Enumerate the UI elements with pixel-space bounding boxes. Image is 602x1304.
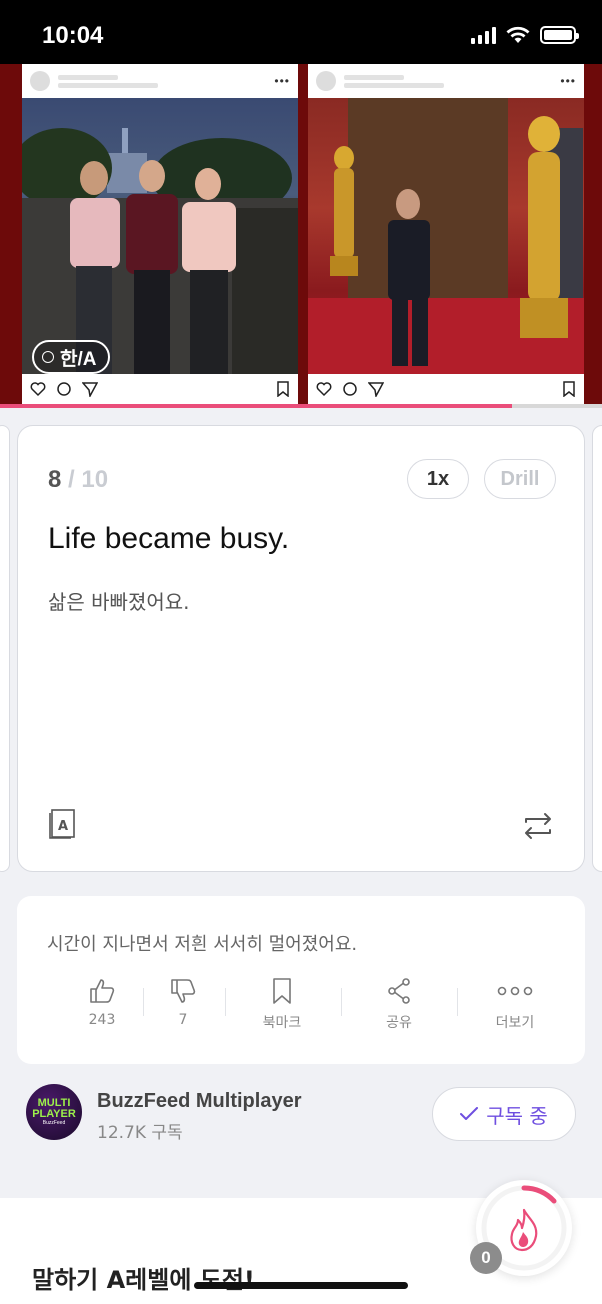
more-icon (497, 986, 533, 996)
sentence-card: 8 / 10 1x Drill Life became busy. 삶은 바빠졌… (17, 425, 585, 872)
bookmark-icon (273, 978, 291, 1004)
check-icon (460, 1107, 479, 1120)
previous-card-peek[interactable] (0, 425, 10, 872)
next-card-peek[interactable] (592, 425, 602, 872)
svg-text:A: A (58, 819, 68, 834)
share-icon (388, 978, 410, 1004)
thumbs-up-icon (90, 979, 115, 1003)
share-button[interactable]: 공유 (359, 978, 439, 1032)
channel-logo[interactable]: MULTI PLAYER BuzzFeed (26, 1084, 82, 1140)
dictionary-icon[interactable]: A (48, 809, 76, 839)
comment-icon (343, 382, 357, 396)
dislike-count: 7 (178, 1012, 188, 1028)
korean-translation: 삶은 바빠졌어요. (48, 590, 190, 614)
streak-count-badge: 0 (470, 1242, 502, 1274)
instagram-post-right: ••• (308, 64, 584, 404)
translate-toggle-label: 한/A (60, 348, 97, 370)
like-count: 243 (88, 1012, 116, 1028)
status-bar: 10:04 (0, 0, 602, 64)
comment-text: 시간이 지나면서 저흰 서서히 멀어졌어요. (47, 934, 358, 955)
bookmark-icon (563, 381, 575, 397)
bookmark-button[interactable]: 북마크 (242, 978, 322, 1032)
heart-icon (30, 382, 46, 397)
share-label: 공유 (386, 1015, 412, 1031)
dislike-button[interactable]: 7 (143, 978, 223, 1028)
english-sentence: Life became busy. (48, 522, 290, 555)
wifi-icon (506, 26, 530, 43)
video-progress-fill (0, 404, 512, 408)
cellular-signal-icon (471, 26, 496, 44)
comment-panel: 시간이 지나면서 저흰 서서히 멀어졌어요. 243 7 북마크 공유 더보기 (17, 896, 585, 1064)
more-button[interactable]: 더보기 (475, 978, 555, 1032)
comment-icon (57, 382, 71, 396)
thumbs-down-icon (171, 979, 196, 1003)
oscars-photo (308, 98, 584, 374)
send-icon (82, 382, 98, 397)
channel-name[interactable]: BuzzFeed Multiplayer (97, 1090, 301, 1113)
flame-icon (510, 1208, 538, 1252)
drill-button[interactable]: Drill (484, 459, 556, 499)
bookmark-label: 북마크 (262, 1015, 302, 1031)
video-progress-bar[interactable] (0, 404, 602, 408)
playback-speed-button[interactable]: 1x (407, 459, 469, 499)
like-button[interactable]: 243 (62, 978, 142, 1028)
home-indicator[interactable] (194, 1282, 408, 1289)
challenge-title: 말하기 A레벨에 도전! (32, 1266, 255, 1294)
bookmark-icon (277, 381, 289, 397)
repeat-icon[interactable] (522, 812, 554, 840)
subscribe-button[interactable]: 구독 중 (432, 1087, 576, 1141)
send-icon (368, 382, 384, 397)
translate-toggle-button[interactable]: 한/A (32, 340, 111, 374)
clock: 10:04 (42, 22, 104, 49)
subscribe-label: 구독 중 (486, 1103, 548, 1128)
sentence-counter: 8 / 10 (48, 466, 109, 493)
more-label: 더보기 (495, 1015, 535, 1031)
heart-icon (316, 382, 332, 397)
battery-icon (540, 26, 579, 44)
video-player[interactable]: ••• ••• 한/A (0, 64, 602, 404)
group-photo (22, 98, 298, 374)
person-icon (42, 351, 54, 363)
channel-subscriber-count: 12.7K 구독 (97, 1123, 183, 1143)
